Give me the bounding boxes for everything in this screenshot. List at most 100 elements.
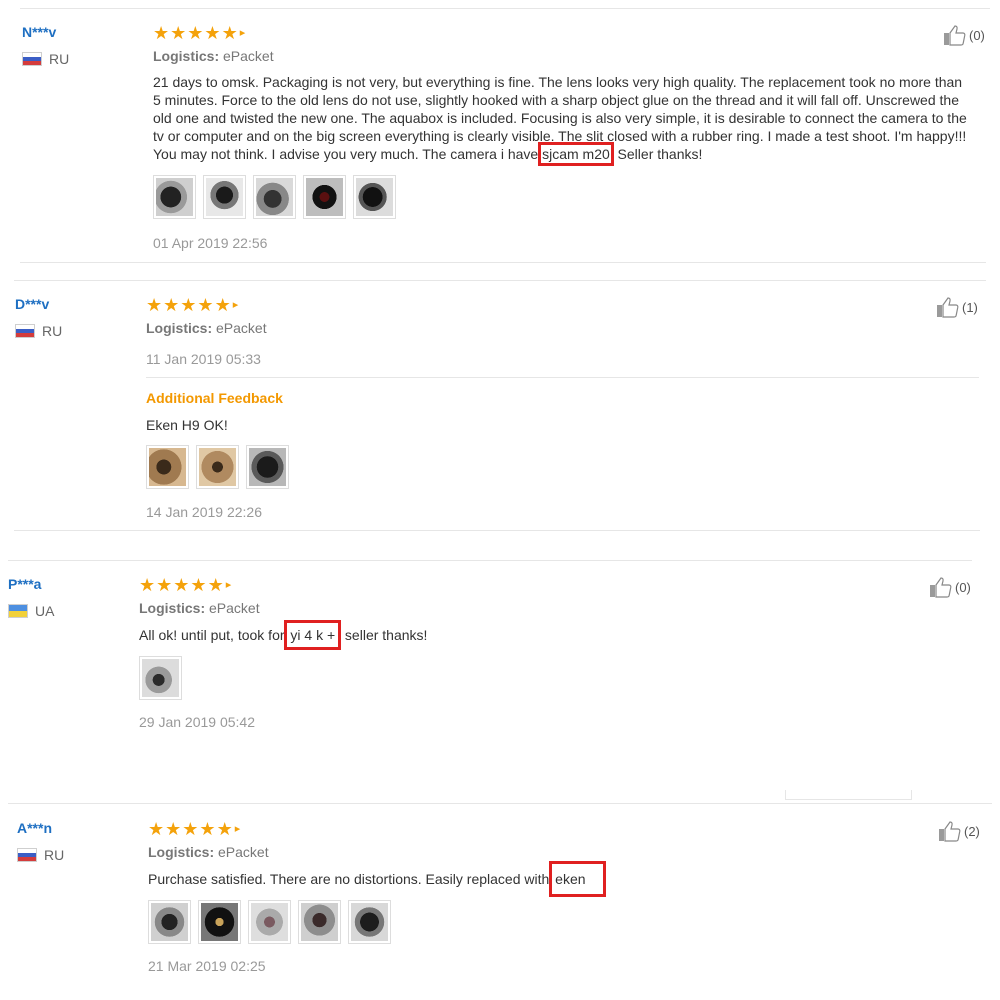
- review-text: All ok! until put, took for yi 4 k +, se…: [139, 620, 973, 650]
- review-photos: [139, 656, 973, 700]
- review-text-line: tv or computer and on the big screen eve…: [153, 128, 967, 144]
- star-icon: ★: [214, 295, 231, 315]
- review-photo-thumbnail[interactable]: [348, 900, 391, 944]
- country-code: RU: [44, 847, 65, 863]
- star-icon: ★: [170, 23, 187, 43]
- country-code: RU: [49, 51, 70, 67]
- star-icon: ★: [153, 23, 170, 43]
- like-button[interactable]: (0): [943, 24, 985, 46]
- rating-stars: ★ ★ ★ ★ ★ ▸: [153, 24, 988, 42]
- star-icon: ★: [190, 575, 207, 595]
- logistics-value: ePacket: [216, 320, 267, 336]
- logistics-value: ePacket: [218, 844, 269, 860]
- review-photo-thumbnail[interactable]: [146, 445, 189, 489]
- review-photos: [146, 445, 980, 489]
- star-icon: ★: [216, 819, 233, 839]
- logistics-label: Logistics:: [146, 320, 213, 336]
- star-tail-icon: ▸: [232, 299, 239, 311]
- review-text-line: old one and twisted the new one. The aqu…: [153, 110, 967, 126]
- review-photos: [148, 900, 978, 944]
- flag-ru-icon: [22, 52, 42, 66]
- star-icon: ★: [146, 295, 163, 315]
- star-icon: ★: [187, 23, 204, 43]
- like-count: (2): [964, 823, 980, 839]
- review-text-line: 21 days to omsk. Packaging is not very, …: [153, 74, 963, 90]
- review-text-part: All ok! until put, took for: [139, 627, 289, 643]
- thumbs-up-icon: [930, 577, 952, 598]
- highlighted-product-mention: yi 4 k +: [284, 620, 342, 650]
- logistics-info: Logistics: ePacket: [146, 320, 980, 338]
- review-content: ★ ★ ★ ★ ★ ▸ Logistics: ePacket 11 Jan 20…: [146, 296, 980, 520]
- review-photo-thumbnail[interactable]: [246, 445, 289, 489]
- highlighted-product-mention: eken: [549, 861, 606, 897]
- review-photo-thumbnail[interactable]: [139, 656, 182, 700]
- rating-stars: ★ ★ ★ ★ ★ ▸: [148, 820, 978, 838]
- review-photo-thumbnail[interactable]: [148, 900, 191, 944]
- review-photo-thumbnail[interactable]: [248, 900, 291, 944]
- review-item: N***v RU ★ ★ ★ ★ ★ ▸ Logistics: ePacket …: [0, 0, 1000, 262]
- reviewer-name[interactable]: A***n: [17, 820, 52, 836]
- review-text: 21 days to omsk. Packaging is not very, …: [153, 73, 988, 166]
- review-content: ★ ★ ★ ★ ★ ▸ Logistics: ePacket All ok! u…: [139, 576, 973, 730]
- rating-stars: ★ ★ ★ ★ ★ ▸: [146, 296, 980, 314]
- review-date: 11 Jan 2019 05:33: [146, 351, 261, 367]
- like-button[interactable]: (2): [938, 820, 980, 842]
- review-text-part: You may not think. I advise you very muc…: [153, 146, 543, 162]
- review-photo-thumbnail[interactable]: [196, 445, 239, 489]
- thumbs-up-icon: [944, 25, 966, 46]
- review-content: ★ ★ ★ ★ ★ ▸ Logistics: ePacket Purchase …: [148, 820, 978, 974]
- logistics-label: Logistics:: [148, 844, 215, 860]
- thumbs-up-icon: [939, 821, 961, 842]
- reviewer-name[interactable]: P***a: [8, 576, 41, 592]
- star-icon: ★: [197, 295, 214, 315]
- review-photos: [153, 175, 988, 219]
- star-icon: ★: [173, 575, 190, 595]
- review-photo-thumbnail[interactable]: [303, 175, 346, 219]
- like-button[interactable]: (1): [936, 296, 978, 318]
- reviewer-country: UA: [8, 603, 54, 619]
- star-tail-icon: ▸: [234, 823, 241, 835]
- highlighted-product-mention: sjcam m20: [538, 142, 614, 166]
- review-item: D***v RU ★ ★ ★ ★ ★ ▸ Logistics: ePacket …: [0, 281, 1000, 531]
- star-icon: ★: [180, 295, 197, 315]
- additional-feedback-title: Additional Feedback: [146, 390, 283, 406]
- review-text-part: Purchase satisfied. There are no distort…: [148, 871, 554, 887]
- like-count: (0): [969, 27, 985, 43]
- star-icon: ★: [163, 295, 180, 315]
- like-button[interactable]: (0): [929, 576, 971, 598]
- star-icon: ★: [199, 819, 216, 839]
- additional-feedback-text: Eken H9 OK!: [146, 417, 228, 433]
- review-date: 29 Jan 2019 05:42: [139, 714, 255, 730]
- star-tail-icon: ▸: [239, 27, 246, 39]
- logistics-value: ePacket: [209, 600, 260, 616]
- logistics-info: Logistics: ePacket: [153, 48, 988, 66]
- star-icon: ★: [156, 575, 173, 595]
- logistics-value: ePacket: [223, 48, 274, 64]
- review-photo-thumbnail[interactable]: [298, 900, 341, 944]
- review-photo-thumbnail[interactable]: [253, 175, 296, 219]
- star-icon: ★: [204, 23, 221, 43]
- reviewer-country: RU: [17, 847, 64, 863]
- reviewer-name[interactable]: N***v: [22, 24, 56, 40]
- empty-panel-edge: [785, 790, 912, 800]
- review-photo-thumbnail[interactable]: [353, 175, 396, 219]
- star-icon: ★: [148, 819, 165, 839]
- review-item: P***a UA ★ ★ ★ ★ ★ ▸ Logistics: ePacket …: [0, 561, 1000, 801]
- review-photo-thumbnail[interactable]: [198, 900, 241, 944]
- review-date: 01 Apr 2019 22:56: [153, 235, 268, 251]
- reviewer-country: RU: [22, 51, 69, 67]
- logistics-info: Logistics: ePacket: [139, 600, 973, 618]
- star-icon: ★: [182, 819, 199, 839]
- reviewer-country: RU: [15, 323, 62, 339]
- logistics-label: Logistics:: [139, 600, 206, 616]
- reviewer-name[interactable]: D***v: [15, 296, 49, 312]
- thumbs-up-icon: [937, 297, 959, 318]
- review-separator: [14, 530, 980, 531]
- country-code: RU: [42, 323, 63, 339]
- review-text-part: . Seller thanks!: [609, 146, 703, 162]
- review-photo-thumbnail[interactable]: [153, 175, 196, 219]
- country-code: UA: [35, 603, 55, 619]
- review-photo-thumbnail[interactable]: [203, 175, 246, 219]
- star-icon: ★: [221, 23, 238, 43]
- review-text-part: , seller thanks!: [337, 627, 428, 643]
